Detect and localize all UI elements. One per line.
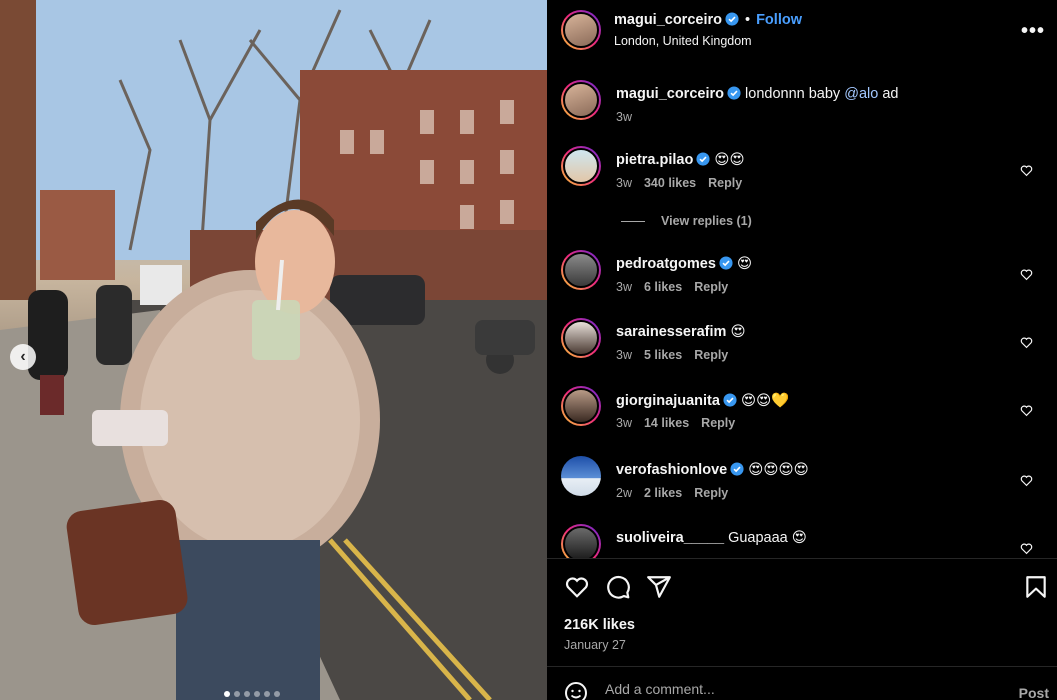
carousel-dot [264,691,270,697]
comments-list[interactable]: magui_corceiro londonnn baby @alo ad 3w … [547,64,1057,558]
verified-badge-icon [719,256,733,270]
caption-body: londonnn baby [745,86,841,102]
comment-item: giorginajuanita 😍😍💛 3w 14 likes Reply [561,386,1057,446]
comment-username[interactable]: sarainesserafim [616,324,726,340]
post-actions: 216K likes January 27 [547,558,1057,666]
author-line: magui_corceiro • Follow [614,12,802,28]
heart-icon[interactable] [1020,268,1033,281]
comment-username[interactable]: verofashionlove [616,462,727,478]
carousel-dot [254,691,260,697]
author-avatar[interactable] [561,80,601,120]
reply-button[interactable]: Reply [694,280,728,294]
comment-username[interactable]: giorginajuanita [616,393,720,409]
caption-username[interactable]: magui_corceiro [616,86,724,102]
carousel-dots [224,691,280,697]
verified-badge-icon [727,86,741,100]
verified-badge-icon [730,462,744,476]
comment-avatar[interactable] [561,456,601,496]
street-photo-illustration [0,0,547,700]
comment-text: 😍 [736,256,753,272]
carousel-dot [244,691,250,697]
bookmark-icon[interactable] [1023,574,1049,600]
emoji-icon[interactable] [564,681,588,700]
post-header: magui_corceiro • Follow London, United Kin… [547,0,1057,64]
caption-suffix: ad [882,86,899,102]
caption-mention[interactable]: @alo [844,86,878,102]
more-options-icon[interactable]: ••• [1021,20,1045,43]
post-location[interactable]: London, United Kingdom [614,34,752,48]
caption-text: magui_corceiro londonnn baby @alo ad [616,86,898,102]
caption-time: 3w [616,110,632,124]
reply-button[interactable]: Reply [701,416,735,430]
view-replies-button[interactable]: View replies (1) [621,214,752,228]
comment-icon[interactable] [605,574,631,600]
comment-avatar[interactable] [561,524,601,558]
comment-text: 😍😍💛 [740,393,790,409]
carousel-dot [224,691,230,697]
comment-likes[interactable]: 340 likes [644,176,696,190]
post-comment-button[interactable]: Post [1019,685,1049,700]
comment-username[interactable]: pedroatgomes [616,256,716,272]
verified-badge-icon [696,152,710,166]
author-username[interactable]: magui_corceiro [614,12,722,28]
heart-icon[interactable] [1020,474,1033,487]
heart-icon[interactable] [1020,164,1033,177]
post-photo[interactable]: ‹ [0,0,547,700]
comment-avatar[interactable] [561,146,601,186]
reply-button[interactable]: Reply [694,348,728,362]
carousel-dot [274,691,280,697]
comment-text: Guapaaa 😍 [728,530,807,546]
comment-item: sarainesserafim 😍 3w 5 likes Reply [561,318,1057,378]
reply-button[interactable]: Reply [708,176,742,190]
heart-icon[interactable] [1020,404,1033,417]
comment-time: 3w [616,348,632,362]
comment-avatar[interactable] [561,250,601,290]
comment-avatar[interactable] [561,318,601,358]
heart-icon[interactable] [564,574,590,600]
comment-likes[interactable]: 6 likes [644,280,682,294]
comment-text: 😍 [730,324,746,340]
carousel-dot [234,691,240,697]
comment-time: 2w [616,486,632,500]
comment-time: 3w [616,280,632,294]
comment-likes[interactable]: 14 likes [644,416,689,430]
follow-button[interactable]: Follow [756,12,802,28]
comment-likes[interactable]: 5 likes [644,348,682,362]
verified-badge-icon [723,393,737,407]
comment-text: 😍😍 [714,152,745,168]
comment-item: verofashionlove 😍😍😍😍 2w 2 likes Reply [561,456,1057,516]
comment-username[interactable]: pietra.pilao [616,152,693,168]
author-avatar[interactable] [561,10,601,50]
comment-time: 3w [616,416,632,430]
post-date: January 27 [564,638,626,652]
heart-icon[interactable] [1020,336,1033,349]
verified-badge-icon [725,12,739,26]
heart-icon[interactable] [1020,542,1033,555]
likes-count[interactable]: 216K likes [564,617,635,633]
post-side-panel: magui_corceiro • Follow London, United Kin… [547,0,1057,700]
comment-avatar[interactable] [561,386,601,426]
carousel-prev-button[interactable]: ‹ [10,344,36,370]
comment-time: 3w [616,176,632,190]
comment-item: pedroatgomes 😍 3w 6 likes Reply [561,250,1057,310]
comment-likes[interactable]: 2 likes [644,486,682,500]
comment-item: suoliveira_____ Guapaaa 😍 [561,524,1057,558]
comment-username[interactable]: suoliveira_____ [616,530,724,546]
comment-text: 😍😍😍😍 [748,462,809,478]
share-icon[interactable] [646,574,672,600]
add-comment-bar: Post [547,666,1057,700]
add-comment-input[interactable] [605,681,985,697]
separator-dot: • [745,12,751,28]
reply-button[interactable]: Reply [694,486,728,500]
